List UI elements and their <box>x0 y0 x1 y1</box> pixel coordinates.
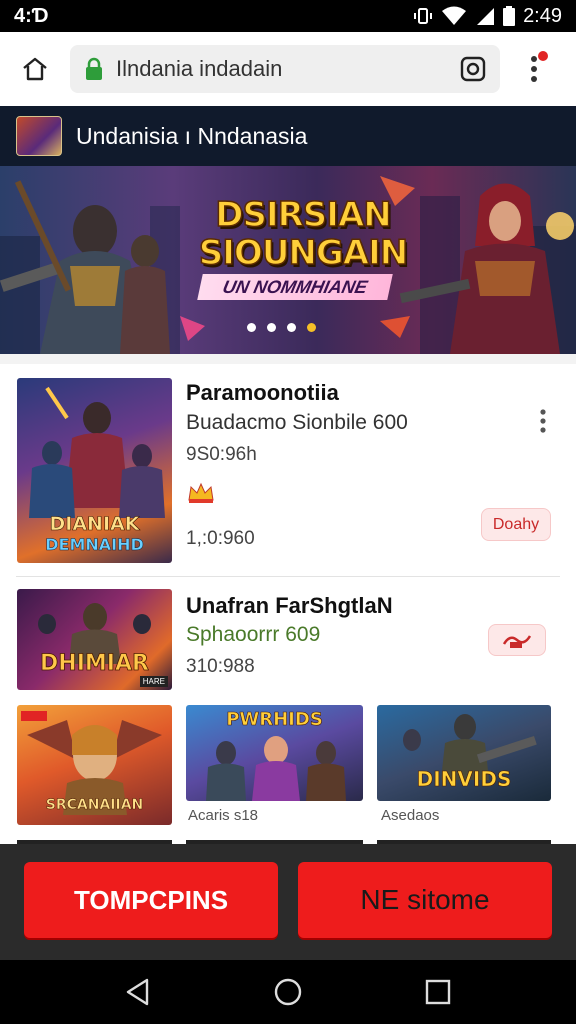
secondary-action-button[interactable]: NE sitome <box>298 862 552 938</box>
banner-title: DSIRSIAN SIOUNGAIN <box>198 195 409 273</box>
menu-dots-icon <box>531 51 548 82</box>
grid-thumbnail[interactable]: DINVIDS <box>377 705 551 801</box>
card-subtitle: Buadacmo Sionbile 600 <box>186 411 408 434</box>
battery-icon <box>503 6 516 26</box>
grid-thumbnail-text: SRCANAIIAN <box>45 797 144 814</box>
status-time-left: 4:Ɗ <box>14 4 49 27</box>
status-bar: 4:Ɗ 2:49 <box>0 0 576 32</box>
signal-icon <box>477 8 495 25</box>
url-text: Ilndania indadain <box>116 56 283 81</box>
banner-subtitle: UN NOMMHIANE <box>197 274 393 300</box>
hero-banner[interactable]: DSIRSIAN SIOUNGAIN UN NOMMHIANE <box>0 166 576 354</box>
crown-icon <box>188 482 214 503</box>
site-header: Undanisia ı Nndanasia <box>0 106 576 166</box>
card-thumbnail-text-1: DIANIAK <box>49 513 140 536</box>
site-logo[interactable] <box>16 116 62 156</box>
card-thumbnail-text: DHIMIAR <box>40 651 150 677</box>
section-divider <box>0 354 576 364</box>
card-thumbnail[interactable]: DHIMIAR HARE <box>17 589 172 690</box>
back-icon[interactable] <box>123 977 153 1007</box>
carousel-dot[interactable] <box>247 323 256 332</box>
grid-thumbnail[interactable]: SRCANAIIAN <box>17 705 172 825</box>
card-thumbnail[interactable]: DIANIAK DEMNAIHD <box>17 378 172 563</box>
grid-caption: Acaris s18 <box>188 807 259 824</box>
url-bar[interactable]: Ilndania indadain <box>70 45 500 93</box>
card-action-pill[interactable]: Doahy <box>481 508 551 541</box>
list-separator <box>16 576 560 577</box>
card-title[interactable]: Paramoonotiia <box>186 380 339 406</box>
grid-thumbnail[interactable]: PWRHIDS <box>186 705 363 801</box>
card-thumbnail-text-2: DEMNAIHD <box>45 535 144 555</box>
browser-menu-button[interactable] <box>500 32 576 106</box>
primary-action-button[interactable]: TOMPCPINS <box>24 862 278 938</box>
content-list: DIANIAK DEMNAIHD Paramoonotiia Buadacmo … <box>0 354 576 844</box>
android-nav-bar <box>0 960 576 1024</box>
carousel-dot[interactable] <box>307 323 316 332</box>
home-nav-icon[interactable] <box>273 977 303 1007</box>
lock-icon <box>86 57 102 80</box>
card-thumbnail-badge: HARE <box>139 676 168 687</box>
carousel-dot[interactable] <box>287 323 296 332</box>
wifi-icon <box>442 6 467 25</box>
card-title[interactable]: Unafran FarShgtlaN <box>186 593 393 619</box>
vibrate-icon <box>414 8 433 24</box>
card-date: 1,:0:960 <box>186 528 255 549</box>
camera-icon[interactable] <box>460 56 486 82</box>
status-icons: 2:49 <box>413 5 562 28</box>
grid-caption: Asedaos <box>381 807 440 824</box>
bottom-action-bar: TOMPCPINS NE sitome <box>0 844 576 960</box>
grid-thumbnail-text: PWRHIDS <box>226 709 323 731</box>
browser-toolbar: Ilndania indadain <box>0 32 576 106</box>
card-meta: 310:988 <box>186 656 255 677</box>
banner-title-line2: SIOUNGAIN <box>198 233 409 273</box>
home-button[interactable] <box>0 32 70 106</box>
status-time-right: 2:49 <box>523 4 562 27</box>
page: 4:Ɗ 2:49 Ilndania indadain Undanisia ı N… <box>0 0 576 1024</box>
home-icon <box>23 57 47 81</box>
banner-title-line1: DSIRSIAN <box>215 195 393 235</box>
carousel-dot[interactable] <box>267 323 276 332</box>
site-title: Undanisia ı Nndanasia <box>76 122 308 149</box>
recents-icon[interactable] <box>425 979 451 1005</box>
more-options-icon[interactable] <box>533 406 553 436</box>
download-icon <box>502 635 532 648</box>
card-subtitle: Sphaoorrr 609 <box>186 623 321 646</box>
grid-thumbnail-text: DINVIDS <box>416 767 512 792</box>
carousel-dots <box>247 323 316 332</box>
card-meta: 9S0:96h <box>186 444 257 465</box>
card-action-pill[interactable] <box>488 624 546 656</box>
